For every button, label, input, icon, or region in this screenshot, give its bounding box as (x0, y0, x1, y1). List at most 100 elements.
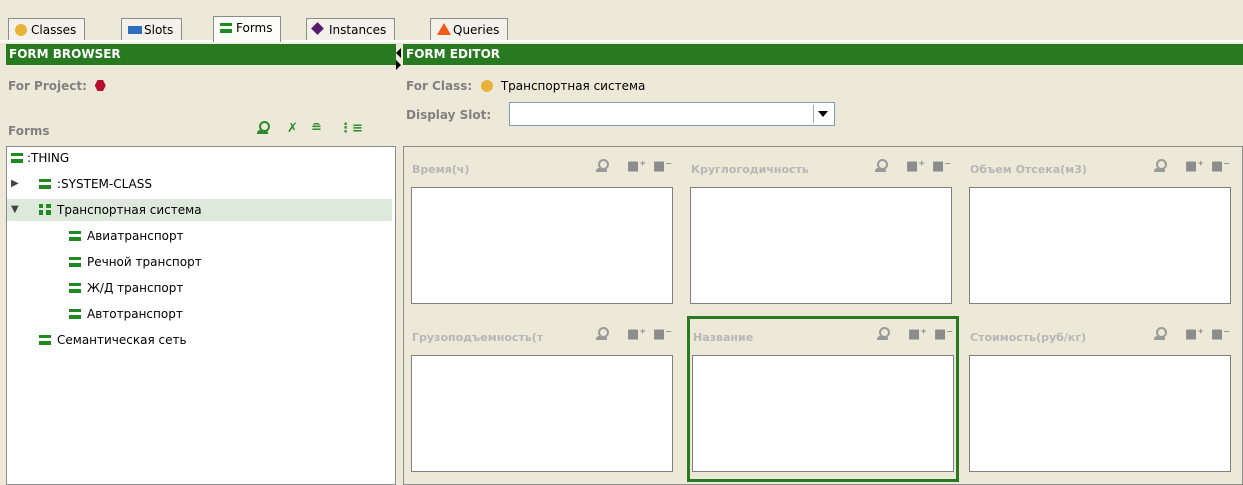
view-form-button[interactable] (256, 121, 270, 139)
tab-label: Queries (453, 23, 500, 37)
add-icon: ■⁺ (908, 327, 928, 342)
slot-widget-cost[interactable]: Стоимость(руб/кг) ■⁺ ■⁻ (967, 319, 1233, 479)
remove-value-button[interactable]: ■⁻ (1211, 327, 1230, 342)
tree-item-label: Речной транспорт (87, 255, 202, 269)
collapse-icon[interactable]: ▼ (11, 199, 19, 221)
class-icon (15, 24, 27, 36)
tab-slots[interactable]: Slots (121, 18, 183, 41)
tree-item-label: Транспортная система (57, 203, 202, 217)
widget-toolbar: ■⁺ ■⁻ (1137, 327, 1230, 345)
tree-item-label: Ж/Д транспорт (87, 281, 184, 295)
expand-icon[interactable]: ▶ (11, 173, 19, 195)
class-icon (69, 309, 81, 319)
add-value-button[interactable]: ■⁺ (908, 327, 927, 342)
tab-label: Instances (329, 23, 387, 37)
tab-classes[interactable]: Classes (8, 18, 86, 41)
slot-widget-capacity[interactable]: Грузоподъемность(т ■⁺ ■⁻ (409, 319, 675, 479)
panel-splitter[interactable] (396, 44, 403, 485)
widget-label: Стоимость(руб/кг) (970, 331, 1087, 344)
slot-widget-name[interactable]: Название ■⁺ ■⁻ (687, 316, 959, 482)
for-class: For Class: Транспортная система (406, 79, 645, 93)
slot-widget-time[interactable]: Время(ч) ■⁺ ■⁻ (409, 151, 675, 311)
form-browser-panel: FORM BROWSER For Project: Forms ✗ ≘ ⋮≡ :… (6, 44, 396, 485)
forms-tree[interactable]: :THING ▶ :SYSTEM-CLASS ▼ Транспортная си… (6, 146, 396, 485)
widget-label: Объем Отсека(м3) (970, 163, 1087, 176)
form-editor-panel: FORM EDITOR For Class: Транспортная сист… (403, 44, 1243, 485)
widget-value-list[interactable] (411, 187, 673, 304)
form-canvas[interactable]: Время(ч) ■⁺ ■⁻ Круглогодичность ■⁺ ■⁻ Об… (403, 146, 1243, 485)
view-instance-button[interactable] (595, 327, 609, 345)
abstract-class-icon (39, 204, 51, 215)
relayout-form-button[interactable]: ≘ (311, 121, 322, 136)
add-icon: ■⁺ (627, 327, 647, 342)
tab-bar-border (0, 40, 1243, 43)
add-icon: ■⁺ (627, 159, 647, 174)
project-icon (94, 80, 106, 91)
person-icon (1153, 327, 1167, 341)
form-editor-header: FORM EDITOR (403, 44, 1243, 65)
class-icon (69, 283, 81, 293)
delete-form-customizations-button[interactable]: ✗ (287, 121, 298, 136)
add-icon: ■⁺ (1185, 159, 1205, 174)
add-value-button[interactable]: ■⁺ (627, 159, 646, 174)
slot-widget-year-round[interactable]: Круглогодичность ■⁺ ■⁻ (688, 151, 954, 311)
tab-label: Forms (236, 21, 273, 35)
tab-label: Classes (31, 23, 77, 37)
remove-icon: ■⁻ (932, 159, 952, 174)
widget-label: Круглогодичность (691, 163, 809, 176)
remove-value-button[interactable]: ■⁻ (932, 159, 951, 174)
collapse-left-icon[interactable] (396, 48, 401, 58)
form-icon (220, 23, 232, 33)
display-slot-select[interactable] (509, 102, 835, 126)
collapse-right-icon[interactable] (396, 60, 401, 70)
widget-value-list[interactable] (690, 187, 952, 304)
add-icon: ■⁺ (906, 159, 926, 174)
widget-value-list[interactable] (411, 355, 673, 472)
remove-value-button[interactable]: ■⁻ (934, 327, 953, 342)
tab-instances[interactable]: Instances (306, 18, 396, 41)
query-icon (437, 23, 451, 35)
widget-toolbar: ■⁺ ■⁻ (860, 327, 953, 345)
add-value-button[interactable]: ■⁺ (1185, 327, 1204, 342)
tab-bar: Classes Slots Forms Instances Queries (0, 0, 1243, 43)
layout-like-icon: ⋮≡ (339, 121, 363, 136)
view-instance-button[interactable] (874, 159, 888, 177)
class-name: Транспортная система (500, 79, 646, 93)
class-icon (69, 257, 81, 267)
widget-value-list[interactable] (969, 187, 1231, 304)
widget-toolbar: ■⁺ ■⁻ (858, 159, 951, 177)
widget-toolbar: ■⁺ ■⁻ (579, 159, 672, 177)
tree-item-transport-system[interactable]: ▼ Транспортная система (7, 199, 392, 221)
remove-value-button[interactable]: ■⁻ (653, 327, 672, 342)
remove-icon: ■⁻ (1211, 159, 1231, 174)
tab-forms[interactable]: Forms (213, 16, 282, 42)
view-instance-button[interactable] (1153, 159, 1167, 177)
add-value-button[interactable]: ■⁺ (627, 327, 646, 342)
class-icon (39, 179, 51, 189)
widget-label: Название (693, 331, 754, 344)
class-icon (480, 80, 493, 92)
for-project-label: For Project: (8, 79, 87, 93)
remove-value-button[interactable]: ■⁻ (653, 159, 672, 174)
add-value-button[interactable]: ■⁺ (1185, 159, 1204, 174)
widget-value-list[interactable] (969, 355, 1231, 472)
slot-widget-compartment-volume[interactable]: Объем Отсека(м3) ■⁺ ■⁻ (967, 151, 1233, 311)
display-slot-label: Display Slot: (406, 108, 492, 122)
widget-toolbar: ■⁺ ■⁻ (1137, 159, 1230, 177)
remove-value-button[interactable]: ■⁻ (1211, 159, 1230, 174)
layout-like-form-button[interactable]: ⋮≡ (339, 121, 363, 136)
tree-item-label: Авиатранспорт (87, 229, 184, 243)
add-value-button[interactable]: ■⁺ (906, 159, 925, 174)
person-icon (595, 159, 609, 173)
view-instance-button[interactable] (595, 159, 609, 177)
view-instance-button[interactable] (876, 327, 890, 345)
view-instance-button[interactable] (1153, 327, 1167, 345)
person-icon (595, 327, 609, 341)
widget-label: Грузоподъемность(т (412, 331, 544, 344)
tab-queries[interactable]: Queries (430, 18, 509, 41)
chevron-down-icon[interactable] (818, 111, 828, 117)
remove-icon: ■⁻ (653, 327, 673, 342)
widget-value-list[interactable] (692, 355, 954, 472)
instance-icon (311, 22, 324, 35)
person-icon (876, 327, 890, 341)
